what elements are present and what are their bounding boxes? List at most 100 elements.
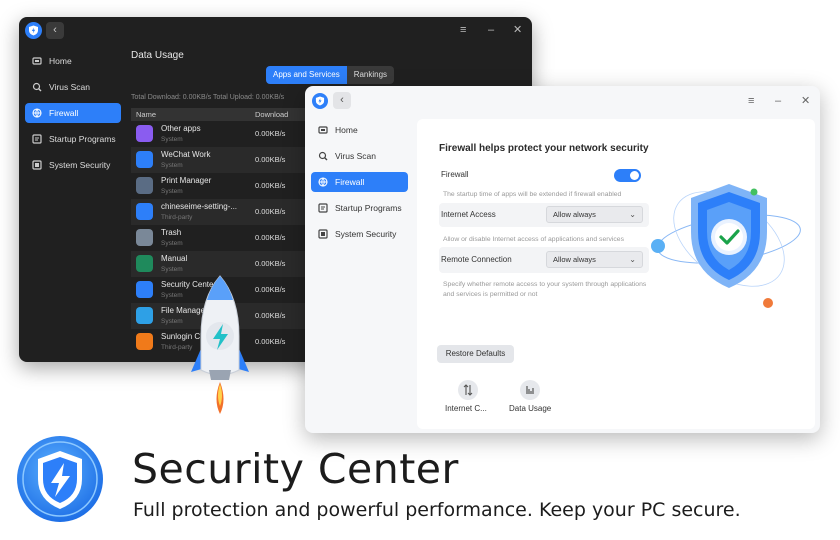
app-icon — [136, 255, 153, 272]
startup-programs-icon — [318, 203, 328, 213]
app-download-speed: 0.00KB/s — [255, 155, 286, 164]
internet-access-select[interactable]: Allow always ⌄ — [546, 206, 643, 223]
sidebar-item-system-security[interactable]: System Security — [311, 224, 408, 244]
app-download-speed: 0.00KB/s — [255, 311, 286, 320]
minimize-button[interactable]: – — [775, 94, 781, 108]
column-header-download[interactable]: Download — [255, 108, 288, 121]
security-center-logo-icon — [25, 22, 42, 39]
menu-button[interactable]: ≡ — [460, 23, 466, 37]
app-name: WeChat Work — [161, 150, 211, 159]
firewall-note: The startup time of apps will be extende… — [443, 191, 622, 198]
data-usage-icon — [526, 386, 534, 394]
security-center-large-logo-icon — [17, 436, 103, 522]
sidebar-item-system-security[interactable]: System Security — [25, 155, 121, 175]
internet-control-shortcut[interactable] — [458, 380, 478, 400]
app-download-speed: 0.00KB/s — [255, 337, 286, 346]
internet-access-note: Allow or disable Internet access of appl… — [443, 236, 624, 243]
sidebar-item-label: Startup Programs — [49, 134, 116, 144]
sidebar-item-firewall[interactable]: Firewall — [25, 103, 121, 123]
sidebar-item-firewall[interactable]: Firewall — [311, 172, 408, 192]
back-button[interactable]: ‹ — [46, 22, 64, 39]
remote-connection-note: Specify whether remote access to your sy… — [443, 281, 647, 298]
app-category: System — [161, 266, 183, 273]
app-icon — [136, 281, 153, 298]
app-download-speed: 0.00KB/s — [255, 207, 286, 216]
sidebar-item-startup-programs[interactable]: Startup Programs — [25, 129, 121, 149]
traffic-stats: Total Download: 0.00KB/s Total Upload: 0… — [131, 94, 285, 101]
shield-illustration — [651, 184, 801, 308]
app-category: System — [161, 240, 183, 247]
tab-rankings[interactable]: Rankings — [346, 66, 395, 84]
app-category: System — [161, 318, 183, 325]
app-download-speed: 0.00KB/s — [255, 259, 286, 268]
remote-connection-select[interactable]: Allow always ⌄ — [546, 251, 643, 268]
dark-titlebar: ‹ ≡ – ✕ — [19, 17, 532, 47]
back-button[interactable]: ‹ — [333, 92, 351, 109]
dark-sidebar: Home Virus Scan Firewall Startup Program… — [19, 47, 126, 362]
minimize-button[interactable]: – — [488, 23, 494, 37]
system-security-icon — [32, 160, 42, 170]
firewall-icon — [32, 108, 42, 118]
sidebar-item-label: Startup Programs — [335, 203, 402, 213]
page-title: Data Usage — [131, 50, 184, 61]
menu-button[interactable]: ≡ — [748, 94, 754, 108]
restore-defaults-button[interactable]: Restore Defaults — [437, 345, 514, 363]
data-usage-tabs: Apps and Services Rankings — [266, 66, 395, 84]
close-button[interactable]: ✕ — [801, 94, 810, 108]
sidebar-item-label: Home — [49, 56, 72, 66]
system-security-icon — [318, 229, 328, 239]
shortcut-label-data-usage[interactable]: Data Usage — [509, 404, 551, 413]
sidebar-item-home[interactable]: Home — [25, 51, 121, 71]
app-name: chineseime-setting-... — [161, 202, 238, 211]
app-category: System — [161, 136, 183, 143]
app-icon — [136, 229, 153, 246]
sidebar-item-label: Home — [335, 125, 358, 135]
app-download-speed: 0.00KB/s — [255, 285, 286, 294]
app-name: Manual — [161, 254, 188, 263]
virus-scan-icon — [32, 82, 42, 92]
column-header-name[interactable]: Name — [136, 108, 156, 121]
close-button[interactable]: ✕ — [513, 23, 522, 37]
remote-connection-value: Allow always — [553, 255, 596, 264]
chevron-down-icon: ⌄ — [629, 210, 636, 219]
app-name: Trash — [161, 228, 182, 237]
rocket-icon — [191, 275, 249, 414]
banner-subtitle: Full protection and powerful performance… — [133, 499, 741, 521]
sidebar-item-home[interactable]: Home — [311, 120, 408, 140]
app-category: System — [161, 162, 183, 169]
app-icon — [136, 177, 153, 194]
sidebar-item-startup-programs[interactable]: Startup Programs — [311, 198, 408, 218]
sidebar-item-label: Virus Scan — [335, 151, 376, 161]
app-category: System — [161, 292, 183, 299]
home-icon — [318, 126, 328, 134]
app-name: Print Manager — [161, 176, 212, 185]
home-icon — [32, 57, 42, 65]
app-name: Other apps — [161, 124, 201, 133]
startup-programs-icon — [32, 134, 42, 144]
app-icon — [136, 203, 153, 220]
banner-title: Security Center — [132, 445, 459, 493]
sidebar-item-label: Firewall — [49, 108, 79, 118]
firewall-heading: Firewall helps protect your network secu… — [439, 143, 649, 154]
app-icon — [136, 151, 153, 168]
app-category: System — [161, 188, 183, 195]
firewall-icon — [318, 177, 328, 187]
internet-access-value: Allow always — [553, 210, 596, 219]
sidebar-item-label: Virus Scan — [49, 82, 90, 92]
internet-control-icon — [463, 384, 473, 396]
app-icon — [136, 307, 153, 324]
chevron-down-icon: ⌄ — [629, 255, 636, 264]
firewall-panel: Firewall helps protect your network secu… — [417, 119, 815, 429]
data-usage-shortcut[interactable] — [520, 380, 540, 400]
sidebar-item-label: Firewall — [335, 177, 365, 187]
tab-apps-and-services[interactable]: Apps and Services — [266, 66, 347, 84]
sidebar-item-virus-scan[interactable]: Virus Scan — [311, 146, 408, 166]
sidebar-item-virus-scan[interactable]: Virus Scan — [25, 77, 121, 97]
firewall-toggle[interactable] — [614, 169, 641, 182]
app-icon — [136, 125, 153, 142]
security-center-logo-icon — [312, 93, 328, 109]
virus-scan-icon — [318, 151, 328, 161]
shortcut-label-internet-control[interactable]: Internet C... — [445, 404, 487, 413]
light-firewall-window: ‹ ≡ – ✕ Home Virus Scan Firewall Startup… — [305, 86, 820, 433]
sidebar-item-label: System Security — [49, 160, 111, 170]
